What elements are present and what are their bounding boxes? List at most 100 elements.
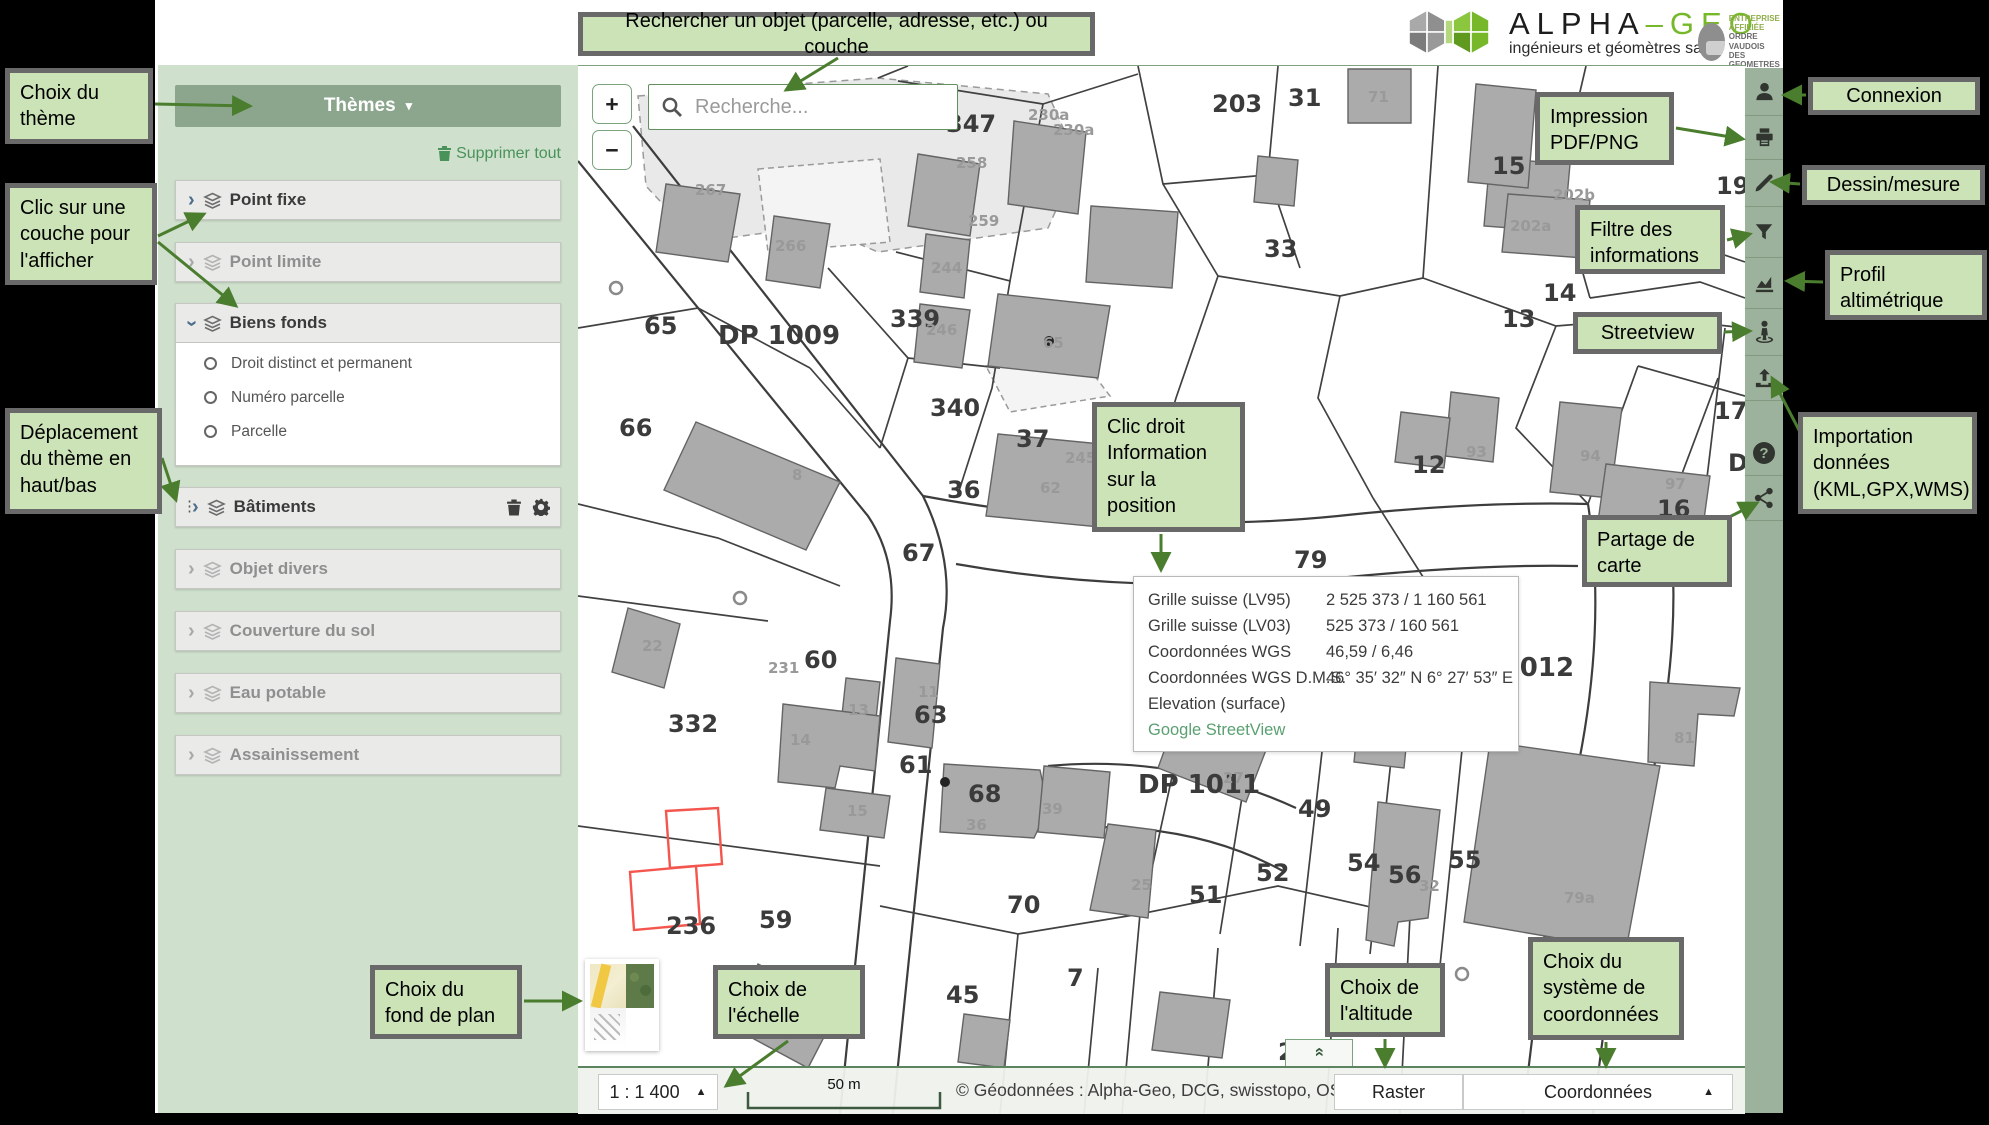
themes-dropdown[interactable]: Thèmes ▾	[175, 85, 561, 127]
scale-dropdown[interactable]: 1 : 1 400 ▲	[598, 1074, 718, 1110]
map-label: 19	[1716, 172, 1745, 200]
map-label: 202b	[1553, 186, 1595, 204]
map-label: 259	[968, 212, 999, 230]
layers-icon	[203, 192, 222, 209]
annotation-streetview: Streetview	[1573, 312, 1722, 354]
elevation-profile-button[interactable]	[1745, 258, 1783, 309]
map-label: 52	[1256, 859, 1289, 887]
layers-icon	[207, 499, 226, 516]
altitude-raster-dropdown[interactable]: Raster	[1334, 1074, 1463, 1110]
draw-measure-button[interactable]	[1745, 160, 1783, 207]
search-box[interactable]	[648, 84, 958, 130]
annotation-recherche: Rechercher un objet (parcelle, adresse, …	[578, 12, 1095, 56]
chevron-right-icon: ›	[188, 620, 195, 643]
layer-row-eau-potable[interactable]: › Eau potable	[175, 673, 561, 713]
map-label: 93	[1466, 443, 1487, 461]
layer-row-objet-divers[interactable]: › Objet divers	[175, 549, 561, 589]
filter-info-button[interactable]	[1745, 207, 1783, 258]
upload-icon	[1753, 367, 1776, 390]
annotation-deplacement: Déplacement du thème en haut/bas	[5, 408, 162, 514]
map-label: 94	[1580, 447, 1601, 465]
basemap-roadmap-thumb	[590, 964, 626, 1008]
annotation-importation: Importation données (KML,GPX,WMS)	[1798, 412, 1977, 514]
map-label: 340	[930, 394, 980, 422]
login-button[interactable]	[1745, 68, 1783, 116]
map-label: 65	[1043, 334, 1064, 352]
map-label: 55	[1448, 846, 1481, 874]
radio-icon	[204, 425, 217, 438]
trash-icon	[437, 145, 452, 161]
gear-icon[interactable]	[532, 498, 550, 516]
layer-row-assainissement[interactable]: › Assainissement	[175, 735, 561, 775]
clear-all-button[interactable]: Supprimer tout	[175, 145, 561, 163]
basemap-switcher-thumbnail[interactable]	[585, 959, 659, 1051]
sublayer-droit-distinct[interactable]: Droit distinct et permanent	[176, 350, 560, 377]
map-label: 33	[1264, 235, 1297, 263]
google-streetview-link[interactable]: Google StreetView	[1148, 721, 1285, 740]
annotation-fond-de-plan: Choix du fond de plan	[370, 965, 522, 1039]
zoom-in-button[interactable]: +	[592, 84, 632, 124]
map-label: 258	[956, 154, 987, 172]
position-info-popup: Grille suisse (LV95)2 525 373 / 1 160 56…	[1133, 576, 1519, 752]
layers-sidebar: Thèmes ▾ Supprimer tout › Point fixe › P…	[158, 65, 580, 1113]
sublayer-parcelle[interactable]: Parcelle	[176, 418, 560, 445]
coordinate-system-dropdown[interactable]: Coordonnées ▲	[1463, 1074, 1733, 1110]
chevron-right-icon: ›	[188, 189, 195, 212]
sublayer-numero-parcelle[interactable]: Numéro parcelle	[176, 384, 560, 411]
map-label: 27	[1223, 769, 1244, 787]
radio-icon	[204, 357, 217, 370]
map-label: 8	[792, 466, 802, 484]
map-label: 36	[947, 476, 980, 504]
caret-up-icon: ▲	[696, 1086, 707, 1098]
streetview-button[interactable]	[1745, 309, 1783, 356]
annotation-clic-droit: Clic droit Information sur la position	[1092, 402, 1245, 532]
layer-row-batiments[interactable]: ⋮ › Bâtiments	[175, 487, 561, 527]
map-label: 81	[1674, 729, 1695, 747]
right-toolbar: ?	[1745, 68, 1783, 1113]
layer-row-couverture-du-sol[interactable]: › Couverture du sol	[175, 611, 561, 651]
map-label: D	[1728, 449, 1745, 477]
map-label: 236	[666, 912, 716, 940]
layer-row-point-limite[interactable]: › Point limite	[175, 242, 561, 282]
brush-icon	[1753, 172, 1775, 194]
basemap-aerial-thumb	[626, 964, 654, 1008]
layer-row-biens-fonds[interactable]: › Biens fonds	[175, 303, 561, 343]
map-label: 54	[1347, 849, 1380, 877]
caret-up-icon: ▲	[1703, 1086, 1714, 1098]
map-label: 14	[1543, 279, 1576, 307]
help-button[interactable]: ?	[1745, 431, 1783, 476]
trash-icon[interactable]	[506, 498, 522, 516]
map-label: 14	[790, 731, 811, 749]
layers-icon	[203, 254, 222, 271]
map-label: 68	[968, 780, 1001, 808]
map-label: 39	[1042, 800, 1063, 818]
import-data-button[interactable]	[1745, 356, 1783, 401]
chevron-right-icon: ›	[188, 251, 195, 274]
chevron-right-icon: ›	[188, 558, 195, 581]
map-label: 203	[1212, 90, 1262, 118]
search-input[interactable]	[693, 95, 927, 120]
layers-icon	[203, 747, 222, 764]
chevron-right-icon: ›	[188, 744, 195, 767]
drag-handle-icon[interactable]: ⋮	[182, 502, 192, 512]
print-button[interactable]	[1745, 116, 1783, 160]
share-map-button[interactable]	[1745, 476, 1783, 521]
bottombar-collapse-button[interactable]: »	[1285, 1039, 1353, 1067]
map-label: 246	[926, 321, 957, 339]
share-icon	[1753, 487, 1775, 509]
map-label: 67	[902, 539, 935, 567]
map-label: 60	[804, 646, 837, 674]
layer-row-point-fixe[interactable]: › Point fixe	[175, 180, 561, 220]
scalebar: 50 m	[746, 1074, 942, 1110]
search-icon	[661, 96, 683, 118]
annotation-filtre: Filtre des informations	[1575, 205, 1725, 274]
map-label: 12	[1412, 451, 1445, 479]
map-label: 267	[695, 181, 726, 199]
chevron-down-icon: ›	[180, 320, 203, 327]
map-label: 97	[1665, 475, 1686, 493]
map-label: 61	[899, 751, 932, 779]
annotation-clic-couche: Clic sur une couche pour l'afficher	[5, 183, 157, 285]
ordre-vaudois-badge: ENTREPRISE AFFILIÉE ORDRE VAUDOIS DES GE…	[1698, 14, 1791, 69]
map-label: 15	[1492, 152, 1525, 180]
zoom-out-button[interactable]: −	[592, 130, 632, 170]
